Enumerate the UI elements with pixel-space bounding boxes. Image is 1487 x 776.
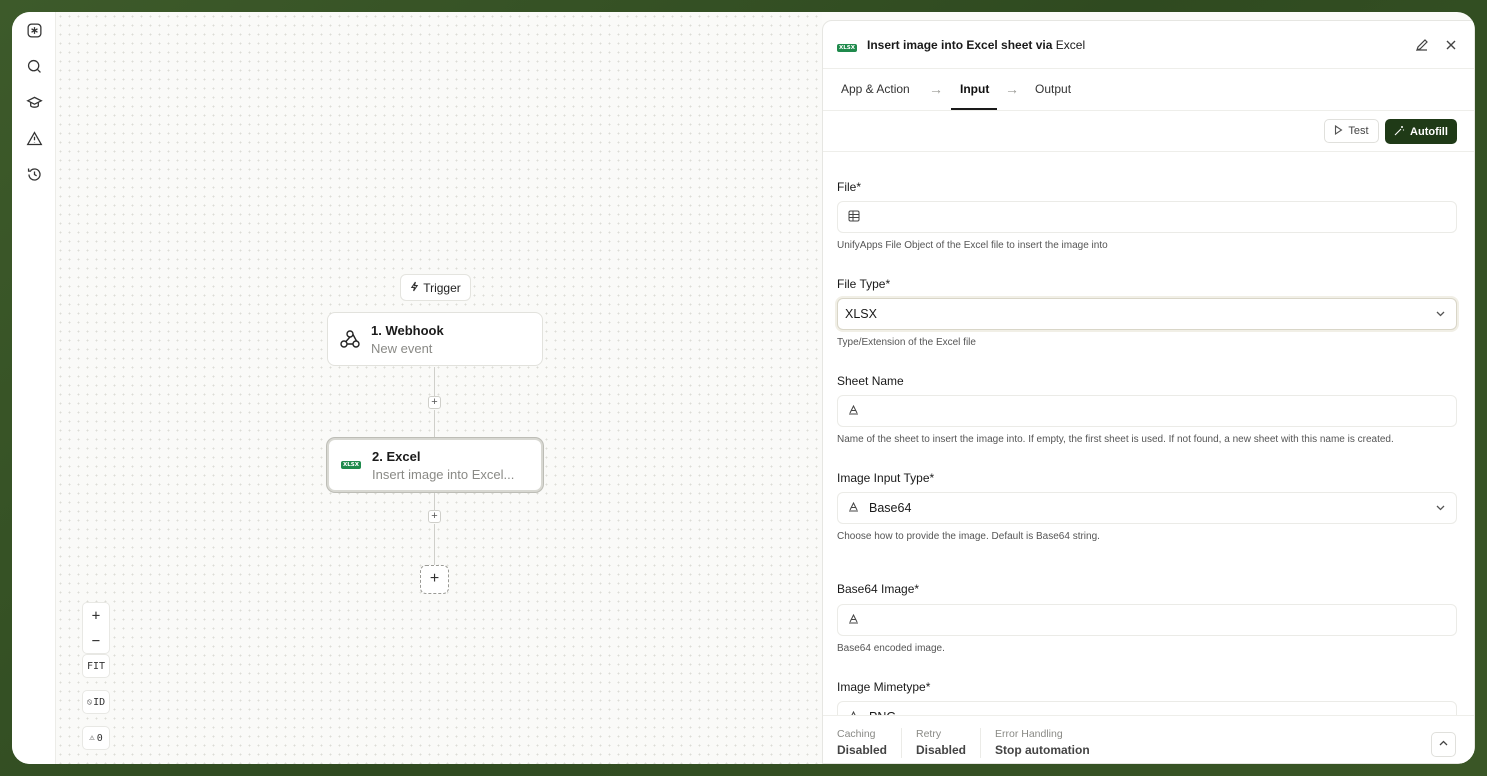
node-subtitle: New event [371, 340, 433, 356]
arrow-right-icon: → [1005, 81, 1019, 97]
add-step-button[interactable]: + [428, 510, 441, 523]
image-input-type-label: Image Input Type* [837, 471, 935, 485]
actions-bar: Test Autofill [823, 111, 1474, 152]
file-type-value: XLSX [845, 307, 877, 321]
retry-value: Disabled [916, 743, 967, 757]
caching-label: Caching [837, 728, 876, 740]
panel-title-app: Excel [1055, 38, 1086, 52]
text-type-icon [848, 501, 859, 515]
caching-setting[interactable]: Caching Disabled [837, 728, 887, 757]
play-icon [1334, 124, 1343, 138]
zoom-controls: + − [82, 602, 110, 654]
connector-line [434, 493, 435, 510]
sheet-name-label: Sheet Name [837, 374, 904, 388]
connector-line [434, 367, 435, 397]
warning-count: 0 [96, 732, 103, 744]
error-handling-setting[interactable]: Error Handling Stop automation [995, 728, 1090, 757]
warning-icon: ⚠ [89, 733, 95, 743]
trigger-pill[interactable]: Trigger [400, 274, 471, 301]
panel-tabs: App & Action → Input → Output [823, 69, 1474, 111]
text-type-icon [848, 613, 859, 627]
webhook-node[interactable]: 1. Webhook New event [327, 312, 543, 366]
logo-icon[interactable] [24, 20, 44, 40]
footer-expand-button[interactable] [1431, 732, 1456, 757]
active-tab-indicator [951, 108, 997, 110]
graduation-cap-icon[interactable] [24, 92, 44, 112]
left-rail [12, 12, 56, 764]
file-type-select[interactable]: XLSX [837, 298, 1457, 330]
zoom-in-button[interactable]: + [92, 603, 100, 628]
autofill-label: Autofill [1410, 125, 1448, 138]
image-input-type-value: Base64 [869, 501, 912, 515]
text-type-icon [848, 404, 859, 418]
search-icon[interactable] [24, 56, 44, 76]
footer-divider [980, 728, 981, 758]
trigger-label: Trigger [423, 280, 461, 295]
excel-node[interactable]: XLSX 2. Excel Insert image into Excel... [327, 438, 543, 492]
image-input-type-help-text: Choose how to provide the image. Default… [837, 531, 1100, 542]
chevron-down-icon [1435, 308, 1446, 322]
edit-icon[interactable] [1414, 37, 1430, 53]
panel-footer: Caching Disabled Retry Disabled Error Ha… [823, 715, 1474, 763]
sheet-name-input[interactable] [837, 395, 1457, 427]
tab-app-action[interactable]: App & Action [841, 82, 910, 96]
tab-output[interactable]: Output [1035, 82, 1071, 96]
fit-button[interactable]: FIT [82, 654, 110, 678]
add-step-button[interactable]: + [428, 396, 441, 409]
close-icon[interactable] [1443, 37, 1459, 53]
file-help-text: UnifyApps File Object of the Excel file … [837, 240, 1108, 251]
add-final-step-button[interactable]: + [420, 565, 449, 594]
file-input[interactable] [837, 201, 1457, 233]
app-window: Trigger 1. Webhook New event + XLSX 2. E… [12, 12, 1475, 764]
footer-divider [901, 728, 902, 758]
xlsx-file-icon: XLSX [341, 461, 361, 469]
panel-header: XLSX Insert image into Excel sheet via E… [823, 21, 1474, 69]
file-field-label: File* [837, 180, 862, 194]
zoom-out-button[interactable]: − [92, 628, 100, 653]
image-input-type-select[interactable]: Base64 [837, 492, 1457, 524]
file-type-help-text: Type/Extension of the Excel file [837, 337, 976, 348]
caching-value: Disabled [837, 743, 888, 757]
chevron-down-icon [1435, 502, 1446, 516]
base64-image-help-text: Base64 encoded image. [837, 643, 945, 654]
connector-line [434, 410, 435, 438]
eye-off-icon: ⦸ [86, 697, 93, 706]
file-type-label: File Type* [837, 277, 891, 291]
test-label: Test [1348, 125, 1369, 137]
tab-input[interactable]: Input [960, 82, 989, 96]
step-config-panel: XLSX Insert image into Excel sheet via E… [822, 20, 1475, 764]
table-icon [848, 210, 860, 225]
retry-setting[interactable]: Retry Disabled [916, 728, 966, 757]
base64-image-input[interactable] [837, 604, 1457, 636]
history-icon[interactable] [24, 164, 44, 184]
node-subtitle: Insert image into Excel... [372, 466, 515, 482]
xlsx-file-icon: XLSX [837, 44, 857, 52]
connector-line [434, 524, 435, 565]
node-title: 2. Excel [372, 448, 421, 464]
chevron-up-icon [1438, 736, 1449, 754]
sheet-name-help-text: Name of the sheet to insert the image in… [837, 434, 1394, 445]
id-label: ID [93, 696, 106, 708]
retry-label: Retry [916, 728, 942, 740]
error-handling-value: Stop automation [995, 743, 1090, 757]
error-handling-label: Error Handling [995, 728, 1063, 740]
autofill-button[interactable]: Autofill [1385, 119, 1457, 144]
image-mimetype-label: Image Mimetype* [837, 680, 931, 694]
arrow-right-icon: → [929, 81, 943, 97]
magic-wand-icon [1394, 125, 1405, 139]
id-toggle-button[interactable]: ⦸ ID [82, 690, 110, 714]
node-title: 1. Webhook [371, 322, 444, 338]
webhook-icon [338, 327, 362, 351]
warnings-button[interactable]: ⚠ 0 [82, 726, 110, 750]
warning-icon[interactable] [24, 128, 44, 148]
test-button[interactable]: Test [1324, 119, 1379, 143]
base64-image-label: Base64 Image* [837, 582, 920, 596]
panel-title: Insert image into Excel sheet via Excel [867, 38, 1085, 52]
workflow-canvas[interactable]: Trigger 1. Webhook New event + XLSX 2. E… [56, 12, 822, 764]
lightning-icon [410, 281, 419, 295]
panel-title-text: Insert image into Excel sheet via [867, 38, 1053, 52]
